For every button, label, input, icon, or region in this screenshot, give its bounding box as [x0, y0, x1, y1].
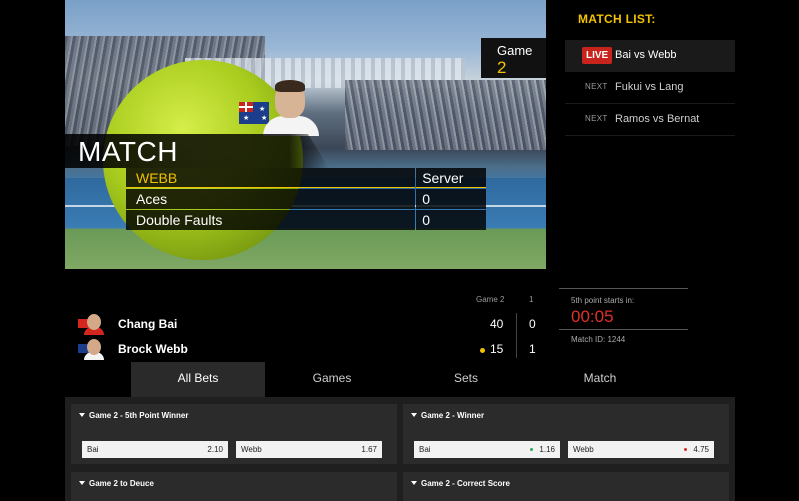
player-avatar [78, 338, 104, 360]
odds-value: 2.10 [207, 445, 223, 454]
betting-markets: Game 2 - 5th Point Winner Bai 2.10 Webb … [65, 397, 735, 501]
serving-indicator-icon [480, 348, 485, 353]
match-list-item-live[interactable]: LIVE Bai vs Webb [565, 40, 735, 72]
player-avatar [78, 313, 104, 335]
stats-server-label: Server [416, 168, 486, 188]
odds-value: 1.16 [539, 445, 555, 454]
match-id: Match ID: 1244 [571, 335, 626, 344]
timer-label: 5th point starts in: [571, 296, 635, 305]
market-header-toggle[interactable]: Game 2 - 5th Point Winner [79, 411, 189, 420]
odds-selection: Webb [573, 445, 594, 454]
player-name: Chang Bai [118, 317, 178, 331]
odds-selection: Bai [87, 445, 99, 454]
collapse-arrow-icon [79, 413, 85, 417]
game-label: Game [497, 43, 533, 58]
stats-value: 0 [416, 189, 486, 209]
market-title: Game 2 - Correct Score [421, 479, 510, 488]
collapse-arrow-icon [411, 413, 417, 417]
stats-label: Double Faults [126, 210, 416, 230]
odds-button[interactable]: Bai 2.10 [82, 441, 228, 458]
match-name: Bai vs Webb [615, 49, 677, 61]
odds-button[interactable]: Webb 1.67 [236, 441, 382, 458]
market-card: Game 2 - 5th Point Winner Bai 2.10 Webb … [71, 404, 397, 464]
market-title: Game 2 - 5th Point Winner [89, 411, 189, 420]
player-points: 40 [490, 317, 504, 331]
odds-selection: Bai [419, 445, 431, 454]
market-card: Game 2 - Correct Score [403, 472, 729, 501]
market-title: Game 2 to Deuce [89, 479, 154, 488]
market-title: Game 2 - Winner [421, 411, 485, 420]
game-number: 2 [497, 58, 507, 77]
odds-value: 4.75 [693, 445, 709, 454]
odds-down-icon [684, 448, 687, 451]
next-label: NEXT [585, 82, 608, 91]
next-label: NEXT [585, 114, 608, 123]
match-list-item[interactable]: NEXT Fukui vs Lang [565, 72, 735, 104]
market-card: Game 2 - Winner Bai 1.16 Webb 4.75 [403, 404, 729, 464]
match-statistics-title: MATCH STATISTICS [65, 134, 329, 168]
collapse-arrow-icon [79, 481, 85, 485]
player-row: Brock Webb 15 1 [78, 338, 548, 360]
tabs-spacer [65, 362, 131, 397]
stands-right [345, 80, 546, 150]
odds-up-icon [530, 448, 533, 451]
timer-countdown: 00:05 [571, 307, 614, 326]
stats-label: Aces [126, 189, 416, 209]
tab-all-bets[interactable]: All Bets [131, 362, 265, 397]
player-name: Brock Webb [118, 342, 188, 356]
match-name: Fukui vs Lang [615, 81, 684, 93]
match-list-title: MATCH LIST: [578, 12, 656, 26]
player-row: Chang Bai 40 0 [78, 313, 548, 335]
player-sets: 1 [529, 342, 536, 356]
player-sets: 0 [529, 317, 536, 331]
market-header-toggle[interactable]: Game 2 - Correct Score [411, 479, 510, 488]
odds-value: 1.67 [361, 445, 377, 454]
match-statistics-table: WEBB Server Aces 0 Double Faults 0 [126, 168, 486, 231]
odds-selection: Webb [241, 445, 262, 454]
tab-sets[interactable]: Sets [399, 362, 533, 397]
stats-player-name: WEBB [126, 168, 416, 188]
stats-row-aces: Aces 0 [126, 189, 486, 209]
bet-tabs: All Bets Games Sets Match [65, 362, 735, 397]
odds-button[interactable]: Bai 1.16 [414, 441, 560, 458]
tab-match[interactable]: Match [533, 362, 667, 397]
match-list-item[interactable]: NEXT Ramos vs Bernat [565, 104, 735, 136]
market-header-toggle[interactable]: Game 2 to Deuce [79, 479, 154, 488]
stats-header-row: WEBB Server [126, 168, 486, 188]
stats-row-double-faults: Double Faults 0 [126, 210, 486, 230]
odds-button[interactable]: Webb 4.75 [568, 441, 714, 458]
player-points: 15 [490, 342, 504, 356]
live-badge: LIVE [582, 47, 613, 64]
scoreboard-sets-header: 1 [529, 295, 534, 304]
game-indicator: Game 2 [481, 38, 546, 78]
collapse-arrow-icon [411, 481, 417, 485]
stats-value: 0 [416, 210, 486, 230]
match-name: Ramos vs Bernat [615, 113, 700, 125]
market-header-toggle[interactable]: Game 2 - Winner [411, 411, 484, 420]
player-portrait [263, 80, 319, 136]
point-timer: 5th point starts in: 00:05 [559, 288, 688, 330]
tab-games[interactable]: Games [265, 362, 399, 397]
scoreboard-game-header: Game 2 [476, 295, 505, 304]
market-card: Game 2 to Deuce [71, 472, 397, 501]
